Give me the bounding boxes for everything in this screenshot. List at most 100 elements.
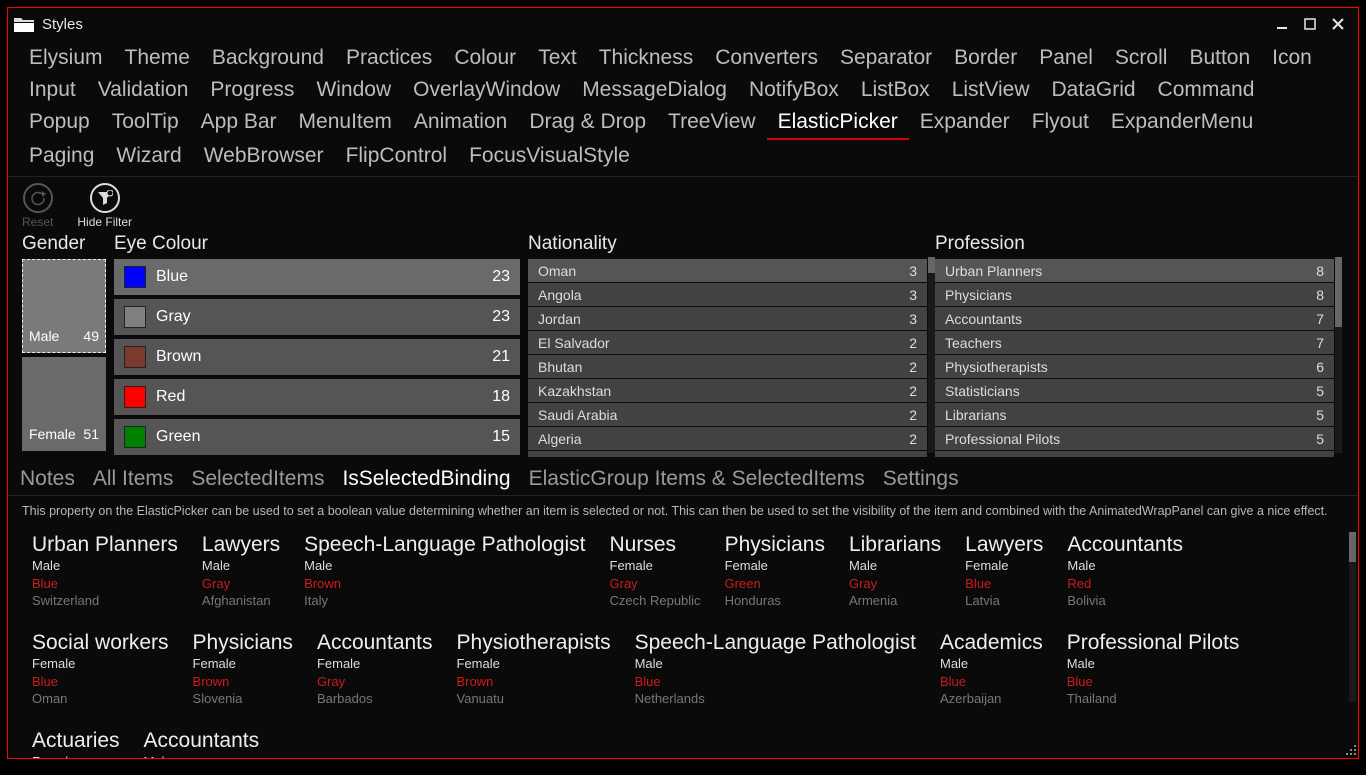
menu-window[interactable]: Window <box>305 74 402 106</box>
tab-isselectedbinding[interactable]: IsSelectedBinding <box>342 467 510 495</box>
minimize-button[interactable] <box>1268 13 1296 35</box>
reset-button[interactable]: Reset <box>22 183 53 229</box>
menu-validation[interactable]: Validation <box>87 74 200 106</box>
item-card[interactable]: Urban PlannersMaleBlueSwitzerland <box>22 528 192 626</box>
item-card[interactable]: Professional PilotsMaleBlueThailand <box>1057 626 1254 724</box>
gender-tile-female[interactable]: Female51 <box>22 357 106 451</box>
item-card[interactable]: PhysiotherapistsFemaleBrownVanuatu <box>447 626 625 724</box>
menu-theme[interactable]: Theme <box>114 42 201 74</box>
eye-row-red[interactable]: Red18 <box>114 379 520 415</box>
gender-tile-male[interactable]: Male49 <box>22 259 106 353</box>
menu-webbrowser[interactable]: WebBrowser <box>193 140 335 172</box>
item-card[interactable]: PhysiciansFemaleBrownSlovenia <box>183 626 307 724</box>
list-item[interactable]: Professional Pilots5 <box>935 427 1334 450</box>
menu-focusvisualstyle[interactable]: FocusVisualStyle <box>458 140 641 172</box>
menu-background[interactable]: Background <box>201 42 335 74</box>
menu-wizard[interactable]: Wizard <box>105 140 192 172</box>
menu-flyout[interactable]: Flyout <box>1021 106 1100 140</box>
list-item[interactable]: Physicians8 <box>935 283 1334 306</box>
list-item[interactable]: Librarians5 <box>935 403 1334 426</box>
menu-listview[interactable]: ListView <box>941 74 1041 106</box>
list-item-count: 5 <box>1316 431 1324 447</box>
menu-popup[interactable]: Popup <box>18 106 101 140</box>
menu-panel[interactable]: Panel <box>1028 42 1104 74</box>
list-item[interactable]: Algeria2 <box>528 427 927 450</box>
menu-flipcontrol[interactable]: FlipControl <box>335 140 459 172</box>
item-card[interactable]: AccountantsMaleBrownMorocco <box>134 724 274 758</box>
item-card[interactable]: Speech-Language PathologistMaleBrownItal… <box>294 528 599 626</box>
menu-command[interactable]: Command <box>1147 74 1266 106</box>
tab-notes[interactable]: Notes <box>20 467 75 495</box>
list-item[interactable]: Bhutan2 <box>528 355 927 378</box>
eye-row-gray[interactable]: Gray23 <box>114 299 520 335</box>
menu-expander[interactable]: Expander <box>909 106 1021 140</box>
tab-elasticgroup-items-selecteditems[interactable]: ElasticGroup Items & SelectedItems <box>529 467 865 495</box>
item-card[interactable]: AcademicsMaleBlueAzerbaijan <box>930 626 1057 724</box>
menu-converters[interactable]: Converters <box>704 42 829 74</box>
list-item[interactable]: Jordan3 <box>528 307 927 330</box>
menu-input[interactable]: Input <box>18 74 87 106</box>
eye-row-brown[interactable]: Brown21 <box>114 339 520 375</box>
menu-progress[interactable]: Progress <box>199 74 305 106</box>
menu-thickness[interactable]: Thickness <box>588 42 705 74</box>
maximize-button[interactable] <box>1296 13 1324 35</box>
hide-filter-button[interactable]: Hide Filter <box>77 183 132 229</box>
close-button[interactable] <box>1324 13 1352 35</box>
menu-text[interactable]: Text <box>527 42 588 74</box>
menu-tooltip[interactable]: ToolTip <box>101 106 190 140</box>
eye-row-green[interactable]: Green15 <box>114 419 520 455</box>
list-item[interactable]: Kazakhstan2 <box>528 379 927 402</box>
menu-messagedialog[interactable]: MessageDialog <box>571 74 738 106</box>
tab-all-items[interactable]: All Items <box>93 467 174 495</box>
profession-scrollbar[interactable] <box>1335 257 1342 453</box>
menu-overlaywindow[interactable]: OverlayWindow <box>402 74 571 106</box>
card-profession: Physicians <box>725 532 825 557</box>
menu-drag-drop[interactable]: Drag & Drop <box>518 106 657 140</box>
menu-button[interactable]: Button <box>1178 42 1261 74</box>
item-card[interactable]: AccountantsMaleRedBolivia <box>1057 528 1197 626</box>
menu-practices[interactable]: Practices <box>335 42 443 74</box>
menu-expandermenu[interactable]: ExpanderMenu <box>1100 106 1264 140</box>
cards-scrollbar[interactable] <box>1349 532 1356 702</box>
list-item[interactable]: Angola3 <box>528 283 927 306</box>
item-card[interactable]: LibrariansMaleGrayArmenia <box>839 528 955 626</box>
item-card[interactable]: Social workersFemaleBlueOman <box>22 626 183 724</box>
menu-listbox[interactable]: ListBox <box>850 74 941 106</box>
list-item[interactable]: Urban Planners8 <box>935 259 1334 282</box>
list-item[interactable]: Accountants7 <box>935 307 1334 330</box>
tab-settings[interactable]: Settings <box>883 467 959 495</box>
menu-treeview[interactable]: TreeView <box>657 106 767 140</box>
menu-datagrid[interactable]: DataGrid <box>1041 74 1147 106</box>
menu-icon[interactable]: Icon <box>1261 42 1323 74</box>
menu-separator[interactable]: Separator <box>829 42 943 74</box>
tab-selecteditems[interactable]: SelectedItems <box>191 467 324 495</box>
item-card[interactable]: Speech-Language PathologistMaleBlueNethe… <box>625 626 930 724</box>
eye-row-blue[interactable]: Blue23 <box>114 259 520 295</box>
menu-border[interactable]: Border <box>943 42 1028 74</box>
item-card[interactable]: ActuariesFemaleRedKyrgyzstan <box>22 724 134 758</box>
menu-app-bar[interactable]: App Bar <box>190 106 288 140</box>
list-item[interactable]: Teachers7 <box>935 331 1334 354</box>
menu-menuitem[interactable]: MenuItem <box>288 106 403 140</box>
nationality-scrollbar[interactable] <box>928 257 935 453</box>
menu-elasticpicker[interactable]: ElasticPicker <box>767 106 909 140</box>
item-card[interactable]: PhysiciansFemaleGreenHonduras <box>715 528 839 626</box>
list-item[interactable]: Nicaragua2 <box>528 451 927 457</box>
menu-scroll[interactable]: Scroll <box>1104 42 1179 74</box>
item-card[interactable]: LawyersFemaleBlueLatvia <box>955 528 1057 626</box>
item-card[interactable]: NursesFemaleGrayCzech Republic <box>600 528 715 626</box>
list-item[interactable]: Pharmacists5 <box>935 451 1334 457</box>
list-item[interactable]: Physiotherapists6 <box>935 355 1334 378</box>
menu-notifybox[interactable]: NotifyBox <box>738 74 850 106</box>
list-item[interactable]: Statisticians5 <box>935 379 1334 402</box>
menu-elysium[interactable]: Elysium <box>18 42 114 74</box>
list-item[interactable]: Saudi Arabia2 <box>528 403 927 426</box>
resize-grip-icon[interactable] <box>1344 744 1356 756</box>
list-item[interactable]: El Salvador2 <box>528 331 927 354</box>
menu-paging[interactable]: Paging <box>18 140 105 172</box>
menu-animation[interactable]: Animation <box>403 106 518 140</box>
item-card[interactable]: LawyersMaleGrayAfghanistan <box>192 528 294 626</box>
item-card[interactable]: AccountantsFemaleGrayBarbados <box>307 626 447 724</box>
menu-colour[interactable]: Colour <box>443 42 527 74</box>
list-item[interactable]: Oman3 <box>528 259 927 282</box>
